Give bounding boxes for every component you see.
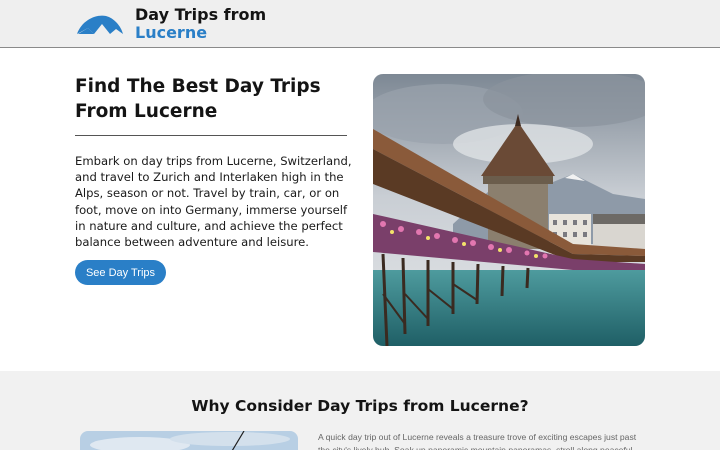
hero-description: Embark on day trips from Lucerne, Switze…: [75, 154, 352, 250]
site-header: Day Trips from Lucerne: [0, 0, 720, 48]
mountain-logo-icon[interactable]: [76, 12, 124, 36]
why-section: Why Consider Day Trips from Lucerne? A q…: [0, 371, 720, 450]
sky-cable-photo: [80, 431, 298, 450]
why-section-image: [80, 431, 298, 450]
brand-line-1[interactable]: Day Trips from: [135, 6, 266, 24]
chapel-bridge-image: [373, 74, 645, 346]
why-section-title: Why Consider Day Trips from Lucerne?: [191, 397, 529, 415]
site-brand[interactable]: Day Trips from Lucerne: [135, 6, 266, 42]
see-day-trips-button[interactable]: See Day Trips: [75, 260, 166, 285]
hero-divider: [75, 135, 347, 136]
chapel-bridge-illustration: [373, 74, 645, 346]
why-section-text: A quick day trip out of Lucerne reveals …: [318, 432, 637, 450]
brand-line-2[interactable]: Lucerne: [135, 24, 266, 42]
hero-title: Find The Best Day Trips From Lucerne: [75, 76, 321, 122]
